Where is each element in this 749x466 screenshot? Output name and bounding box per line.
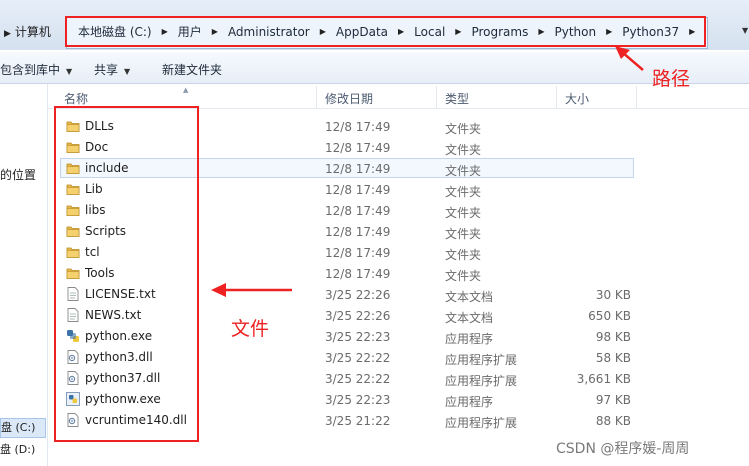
files-annotation-label: 文件 bbox=[231, 318, 270, 340]
watermark-text: CSDN @程序媛-周周 bbox=[556, 441, 690, 457]
path-annotation-label: 路径 bbox=[652, 68, 691, 90]
files-arrow-icon bbox=[211, 283, 292, 297]
annotation-arrows bbox=[211, 46, 644, 297]
path-arrow-icon bbox=[615, 46, 644, 71]
